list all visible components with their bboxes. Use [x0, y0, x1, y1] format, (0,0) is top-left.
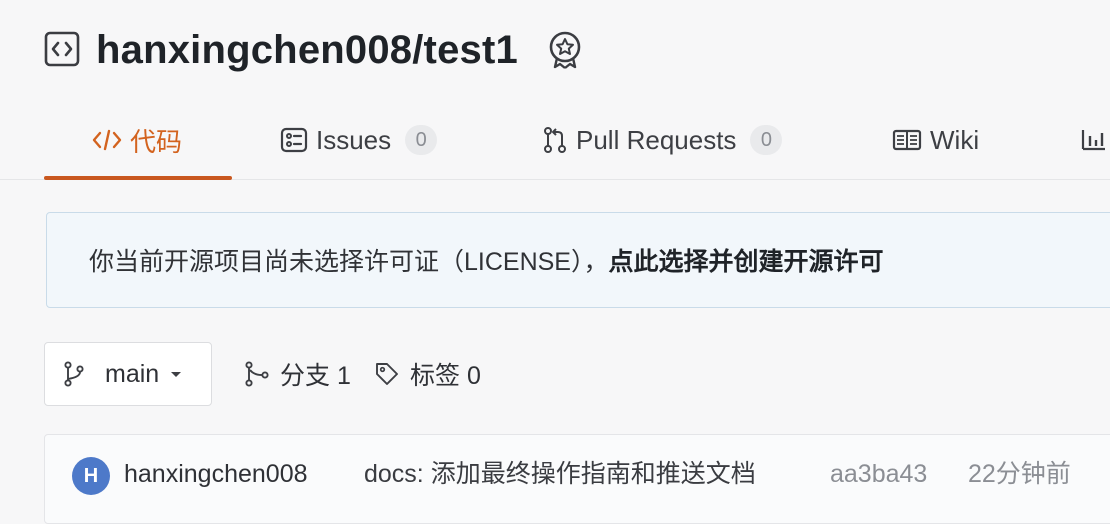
- wiki-icon: [892, 129, 922, 151]
- tab-wiki-label: Wiki: [930, 124, 980, 155]
- commit-time: 22分钟前: [968, 460, 1071, 488]
- issues-icon: [280, 127, 308, 153]
- branches-count-label: 分支 1: [280, 362, 351, 390]
- repository-icon: [44, 31, 80, 67]
- tab-pull-requests-label: Pull Requests: [576, 124, 737, 155]
- tab-stats[interactable]: [1080, 118, 1110, 162]
- commit-author-link[interactable]: hanxingchen008: [124, 456, 308, 492]
- chevron-down-icon: [169, 369, 183, 379]
- stats-icon: [1080, 128, 1106, 152]
- commit-hash-link[interactable]: aa3ba43: [830, 456, 927, 492]
- repo-tabs: 代码 Issues 0 Pull Requests 0 Wiki: [0, 100, 1110, 180]
- tab-issues[interactable]: Issues 0: [280, 118, 438, 162]
- commit-message-link[interactable]: docs: 添加最终操作指南和推送文档: [364, 456, 756, 492]
- repo-header: hanxingchen008/test1: [0, 0, 1110, 100]
- active-tab-indicator: [44, 176, 232, 180]
- branch-selector[interactable]: main: [44, 342, 212, 406]
- branches-link[interactable]: 分支 1: [244, 356, 351, 392]
- avatar[interactable]: H: [72, 457, 110, 495]
- code-icon: [92, 128, 122, 152]
- pull-request-icon: [542, 126, 568, 154]
- tab-code-label: 代码: [130, 126, 183, 157]
- tab-code[interactable]: 代码: [92, 118, 182, 162]
- branch-icon: [63, 361, 85, 387]
- repo-title[interactable]: hanxingchen008/test1: [96, 24, 518, 76]
- branches-icon: [244, 361, 270, 387]
- license-notice-text: 你当前开源项目尚未选择许可证（LICENSE），: [89, 248, 609, 276]
- license-notice: 你当前开源项目尚未选择许可证（LICENSE）， 点此选择并创建开源许可: [46, 212, 1110, 308]
- tags-count-label: 标签 0: [410, 362, 481, 390]
- tag-icon: [374, 361, 400, 387]
- recommended-badge-icon: [546, 30, 584, 70]
- tab-wiki[interactable]: Wiki: [892, 118, 979, 162]
- tab-issues-label: Issues: [316, 124, 392, 155]
- create-license-link[interactable]: 点此选择并创建开源许可: [608, 242, 883, 278]
- current-branch-label: main: [105, 359, 160, 388]
- tab-pull-requests[interactable]: Pull Requests 0: [542, 118, 783, 162]
- issues-count-badge: 0: [405, 125, 438, 155]
- pull-requests-count-badge: 0: [750, 125, 783, 155]
- tags-link[interactable]: 标签 0: [374, 356, 481, 392]
